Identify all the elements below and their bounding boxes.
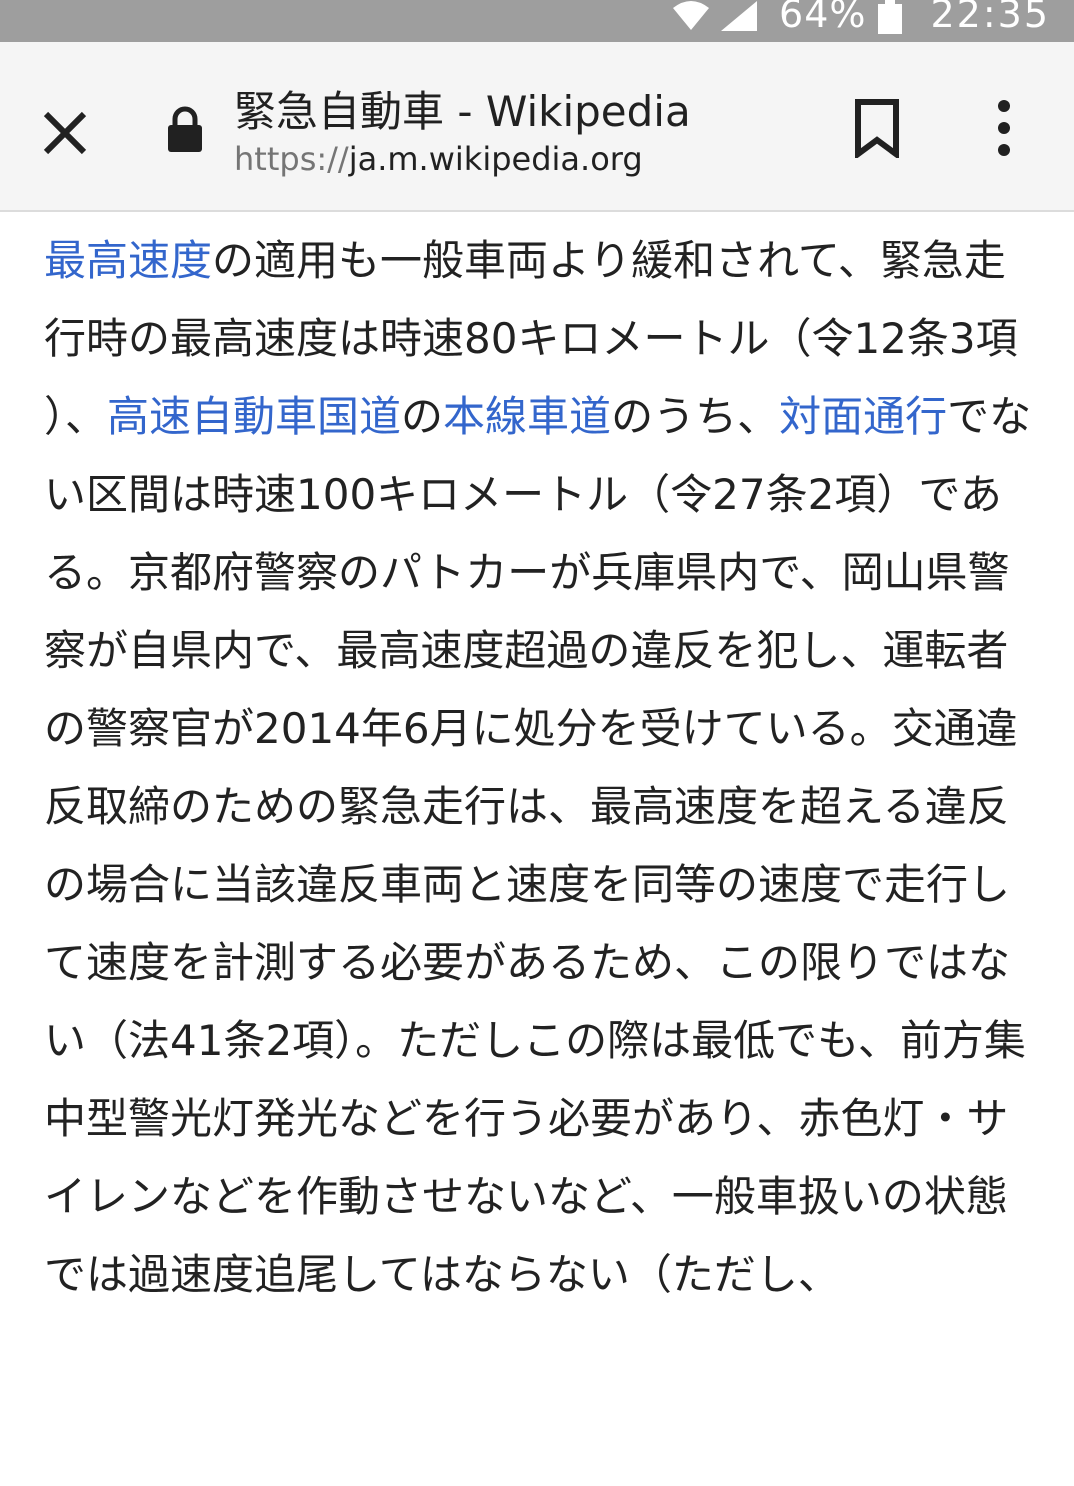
article-paragraph: 最高速度の適用も一般車両より緩和されて、緊急走行時の最高速度は時速80キロメート… bbox=[44, 222, 1034, 1314]
clock: 22:35 bbox=[930, 0, 1050, 36]
more-vert-icon[interactable] bbox=[988, 98, 1020, 158]
battery-icon bbox=[878, 0, 903, 34]
page-url: https://ja.m.wikipedia.org bbox=[234, 140, 643, 178]
article-text: のうち、 bbox=[611, 392, 780, 441]
custom-tab-toolbar: 緊急自動車 - Wikipedia https://ja.m.wikipedia… bbox=[0, 42, 1074, 212]
link-max-speed[interactable]: 最高速度 bbox=[44, 236, 212, 285]
battery-percentage: 64% bbox=[779, 0, 867, 36]
wifi-icon bbox=[673, 1, 710, 30]
link-national-expressway[interactable]: 高速自動車国道 bbox=[107, 392, 401, 441]
url-scheme: https:// bbox=[234, 140, 349, 178]
article-text: の bbox=[401, 392, 444, 441]
link-two-way-traffic[interactable]: 対面通行 bbox=[779, 392, 947, 441]
signal-icon bbox=[721, 1, 758, 31]
status-bar: 64% 22:35 bbox=[0, 0, 1074, 42]
bookmark-icon[interactable] bbox=[852, 98, 902, 158]
url-host: ja.m.wikipedia.org bbox=[348, 140, 643, 178]
close-icon[interactable] bbox=[38, 106, 92, 160]
page-title: 緊急自動車 - Wikipedia bbox=[234, 87, 691, 136]
article-text: でない区間は時速100キロメートル（令27条2項）である。京都府警察のパトカーが… bbox=[44, 392, 1032, 1299]
link-main-roadway[interactable]: 本線車道 bbox=[443, 392, 611, 441]
lock-icon bbox=[168, 106, 202, 152]
